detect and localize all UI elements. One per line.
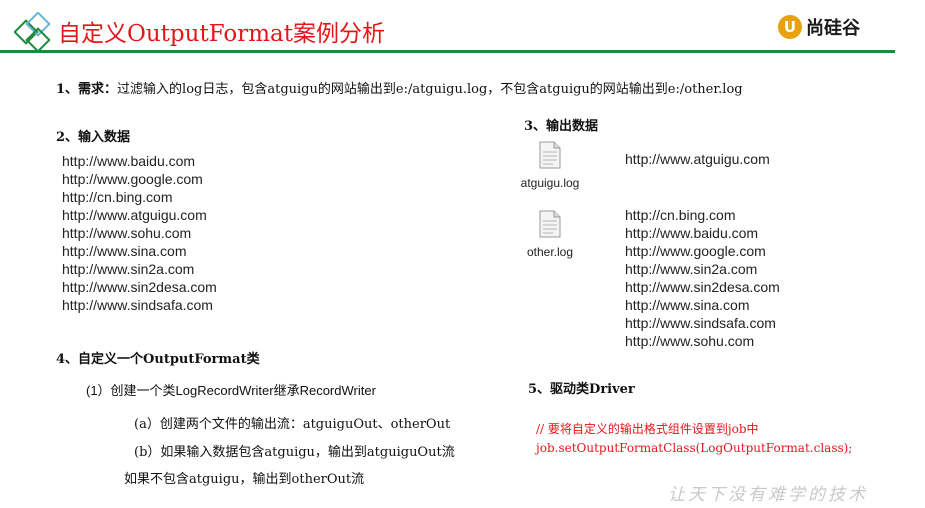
document-icon xyxy=(539,141,561,169)
list-item: http://www.baidu.com xyxy=(62,153,196,169)
driver-heading: 5、驱动类Driver xyxy=(528,382,635,397)
list-item: http://www.sin2a.com xyxy=(625,261,758,277)
document-icon xyxy=(539,210,561,238)
list-item: http://www.sin2desa.com xyxy=(625,279,780,295)
list-item: http://www.sohu.com xyxy=(625,333,755,349)
custom-step-a: (a）创建两个文件的输出流：atguiguOut、otherOut xyxy=(134,417,451,432)
atguigu-output-list: http://www.atguigu.com xyxy=(625,150,770,168)
file-name: other.log xyxy=(526,245,574,259)
custom-step-1: (1）创建一个类LogRecordWriter继承RecordWriter xyxy=(86,383,376,398)
list-item: http://www.sindsafa.com xyxy=(625,315,776,331)
header-divider xyxy=(0,50,895,53)
list-item: http://www.sindsafa.com xyxy=(62,297,213,313)
list-item: http://www.sin2desa.com xyxy=(62,279,217,295)
brand-mark-icon: U xyxy=(778,15,802,39)
list-item: http://www.sin2a.com xyxy=(62,261,195,277)
custom-step-b-else: 如果不包含atguigu，输出到otherOut流 xyxy=(124,472,365,487)
requirement-label: 1、需求： xyxy=(56,82,118,97)
brand-logo: U 尚硅谷 xyxy=(778,14,860,40)
list-item: http://cn.bing.com xyxy=(625,207,736,223)
page-title: 自定义OutputFormat案例分析 xyxy=(58,21,385,47)
requirement-text: 过滤输入的log日志，包含atguigu的网站输出到e:/atguigu.log… xyxy=(117,82,743,97)
custom-step-b: (b）如果输入数据包含atguigu，输出到atguiguOut流 xyxy=(134,445,455,460)
driver-code-comment: // 要将自定义的输出格式组件设置到job中 xyxy=(536,422,759,436)
requirement-line: 1、需求：过滤输入的log日志，包含atguigu的网站输出到e:/atguig… xyxy=(56,78,743,97)
file-name: atguigu.log xyxy=(520,176,580,190)
other-output-list: http://cn.bing.com http://www.baidu.com … xyxy=(625,206,780,350)
diamond-logo-icon xyxy=(14,12,51,52)
list-item: http://www.google.com xyxy=(62,171,203,187)
file-other-log[interactable]: other.log xyxy=(510,210,590,259)
list-item: http://www.atguigu.com xyxy=(62,207,207,223)
list-item: http://www.sohu.com xyxy=(62,225,192,241)
input-heading: 2、输入数据 xyxy=(56,130,131,145)
list-item: http://www.google.com xyxy=(625,243,766,259)
list-item: http://www.sina.com xyxy=(625,297,750,313)
brand-name: 尚硅谷 xyxy=(806,18,860,39)
list-item: http://www.baidu.com xyxy=(625,225,759,241)
custom-heading: 4、自定义一个OutputFormat类 xyxy=(56,352,260,367)
input-url-list: http://www.baidu.com http://www.google.c… xyxy=(62,152,217,314)
file-atguigu-log[interactable]: atguigu.log xyxy=(510,141,590,190)
output-heading: 3、输出数据 xyxy=(524,119,599,134)
driver-code-line: job.setOutputFormatClass(LogOutputFormat… xyxy=(536,441,853,455)
list-item: http://www.sina.com xyxy=(62,243,187,259)
list-item: http://www.atguigu.com xyxy=(625,151,770,167)
watermark-slogan: 让天下没有难学的技术 xyxy=(668,485,868,505)
list-item: http://cn.bing.com xyxy=(62,189,173,205)
